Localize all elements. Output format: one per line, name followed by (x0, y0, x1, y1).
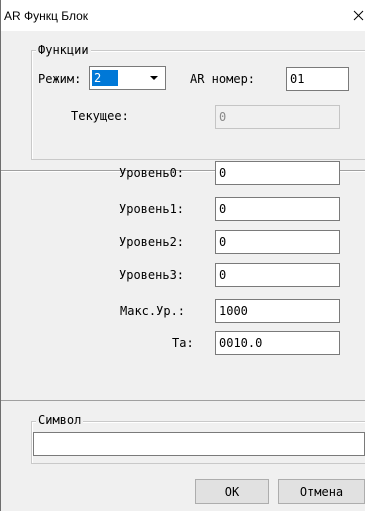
level1-field[interactable] (215, 197, 340, 221)
level0-label: Уровень0: (119, 166, 185, 180)
cancel-button[interactable]: Отмена (278, 479, 365, 504)
level3-label: Уровень3: (119, 268, 185, 282)
close-icon[interactable] (351, 8, 365, 23)
window-title: AR Функц Блок (4, 9, 89, 23)
mode-selected-value: 2 (92, 70, 118, 86)
current-label: Текущее: (71, 109, 129, 123)
window-border (0, 0, 1, 511)
symbol-field[interactable] (33, 432, 365, 456)
level3-field[interactable] (215, 263, 340, 287)
max-level-field[interactable] (215, 299, 340, 323)
ar-number-field[interactable] (286, 67, 349, 91)
ar-number-label: AR номер: (190, 72, 256, 86)
chevron-down-icon[interactable] (145, 69, 163, 87)
ta-field[interactable] (215, 331, 340, 355)
current-value-field (215, 105, 340, 129)
ta-label: Ta: (172, 336, 194, 350)
level1-label: Уровень1: (119, 202, 185, 216)
title-bar[interactable]: AR Функц Блок (1, 0, 365, 31)
mode-select[interactable]: 2 (89, 66, 166, 90)
symbol-group-legend: Символ (36, 413, 84, 427)
max-level-label: Макс.Ур.: (120, 304, 186, 318)
level2-field[interactable] (215, 230, 340, 254)
dialog-window: AR Функц Блок Функции Режим: 2 AR номер:… (0, 0, 365, 511)
section-separator (1, 400, 365, 401)
mode-label: Режим: (38, 72, 82, 86)
functions-group-legend: Функции (36, 43, 91, 57)
level2-label: Уровень2: (119, 235, 185, 249)
ok-button[interactable]: OK (195, 479, 269, 504)
level0-field[interactable] (215, 161, 340, 185)
